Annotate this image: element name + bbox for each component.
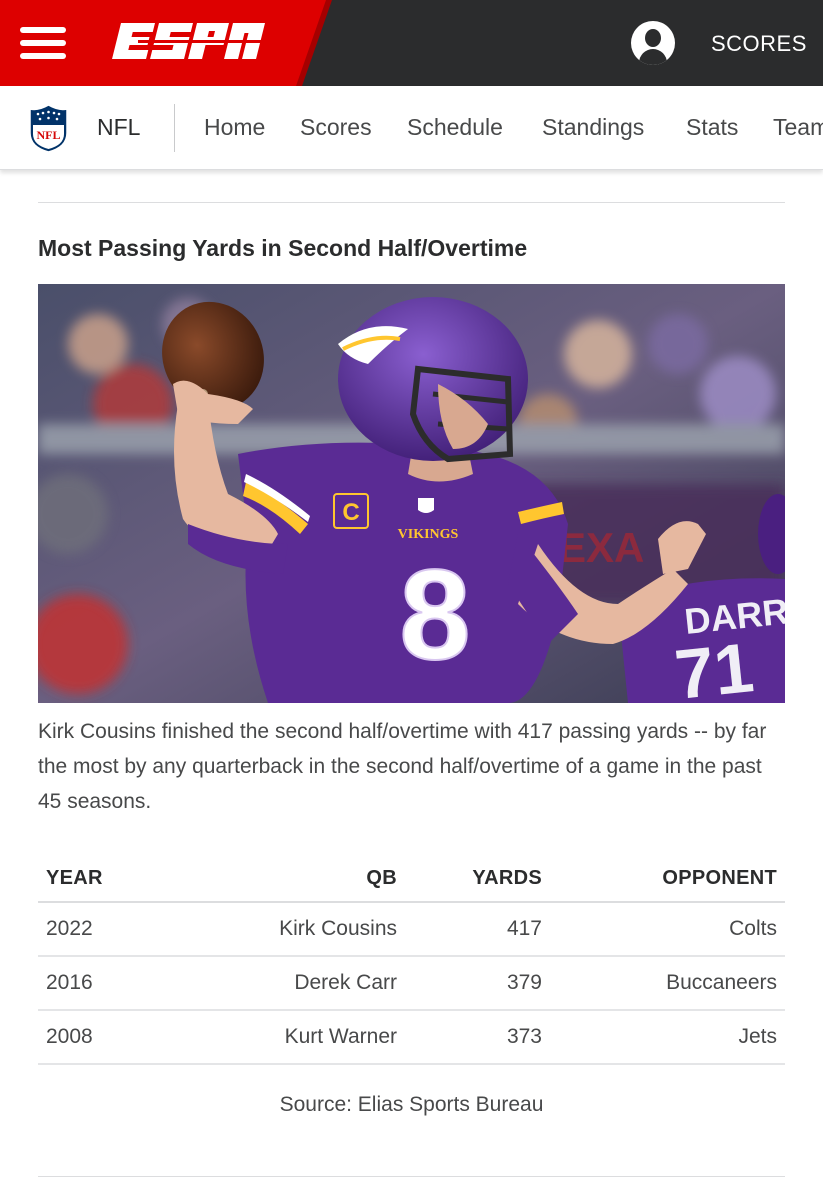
column-header-year: YEAR — [38, 856, 208, 903]
espn-logo[interactable] — [108, 19, 268, 67]
article-caption: Kirk Cousins finished the second half/ov… — [38, 720, 767, 813]
table-header-row: YEAR QB YARDS OPPONENT — [38, 856, 785, 903]
cell-yards: 373 — [405, 1010, 550, 1065]
column-header-yards: YARDS — [405, 856, 550, 903]
top-bar: SCORES — [0, 0, 823, 86]
nfl-shield-logo[interactable]: NFL — [28, 103, 69, 153]
cell-year: 2022 — [38, 902, 208, 957]
table-row: 2008 Kurt Warner 373 Jets — [38, 1010, 785, 1065]
column-header-qb: QB — [208, 856, 405, 903]
nav-divider — [174, 104, 175, 152]
passing-yards-table: YEAR QB YARDS OPPONENT 2022 Kirk Cousins… — [38, 856, 785, 1065]
nav-scores[interactable]: Scores — [300, 114, 372, 141]
svg-text:71: 71 — [671, 628, 757, 703]
svg-text:C: C — [342, 499, 359, 526]
svg-text:VIKINGS: VIKINGS — [398, 527, 459, 542]
nav-schedule[interactable]: Schedule — [407, 114, 503, 141]
cell-year: 2016 — [38, 956, 208, 1011]
league-name[interactable]: NFL — [97, 114, 140, 141]
nav-teams[interactable]: Teams — [773, 114, 823, 141]
source-credit: Source: Elias Sports Bureau — [279, 1093, 544, 1116]
article-photo: EXA DARRIS 71 C VIKINGS 8 — [38, 284, 785, 703]
cell-yards: 379 — [405, 956, 550, 1011]
table-row: 2016 Derek Carr 379 Buccaneers — [38, 956, 785, 1011]
cell-qb: Kurt Warner — [208, 1010, 405, 1065]
table-row: 2022 Kirk Cousins 417 Colts — [38, 902, 785, 957]
nav-home[interactable]: Home — [204, 114, 265, 141]
cell-opponent: Colts — [550, 902, 785, 957]
cell-qb: Derek Carr — [208, 956, 405, 1011]
league-subnav: NFL NFL Home Scores Schedule Standings S… — [0, 86, 823, 170]
cell-yards: 417 — [405, 902, 550, 957]
svg-text:8: 8 — [399, 544, 470, 687]
cell-qb: Kirk Cousins — [208, 902, 405, 957]
divider-bottom — [38, 1176, 785, 1177]
hamburger-menu-icon[interactable] — [20, 24, 66, 62]
cell-year: 2008 — [38, 1010, 208, 1065]
column-header-opponent: OPPONENT — [550, 856, 785, 903]
svg-text:NFL: NFL — [37, 128, 61, 142]
cell-opponent: Jets — [550, 1010, 785, 1065]
scores-link[interactable]: SCORES — [711, 31, 807, 57]
svg-text:EXA: EXA — [558, 524, 644, 571]
nav-stats[interactable]: Stats — [686, 114, 738, 141]
user-profile-icon[interactable] — [631, 21, 675, 65]
cell-opponent: Buccaneers — [550, 956, 785, 1011]
divider-top — [38, 202, 785, 203]
article-title: Most Passing Yards in Second Half/Overti… — [38, 235, 528, 261]
nav-standings[interactable]: Standings — [542, 114, 644, 141]
